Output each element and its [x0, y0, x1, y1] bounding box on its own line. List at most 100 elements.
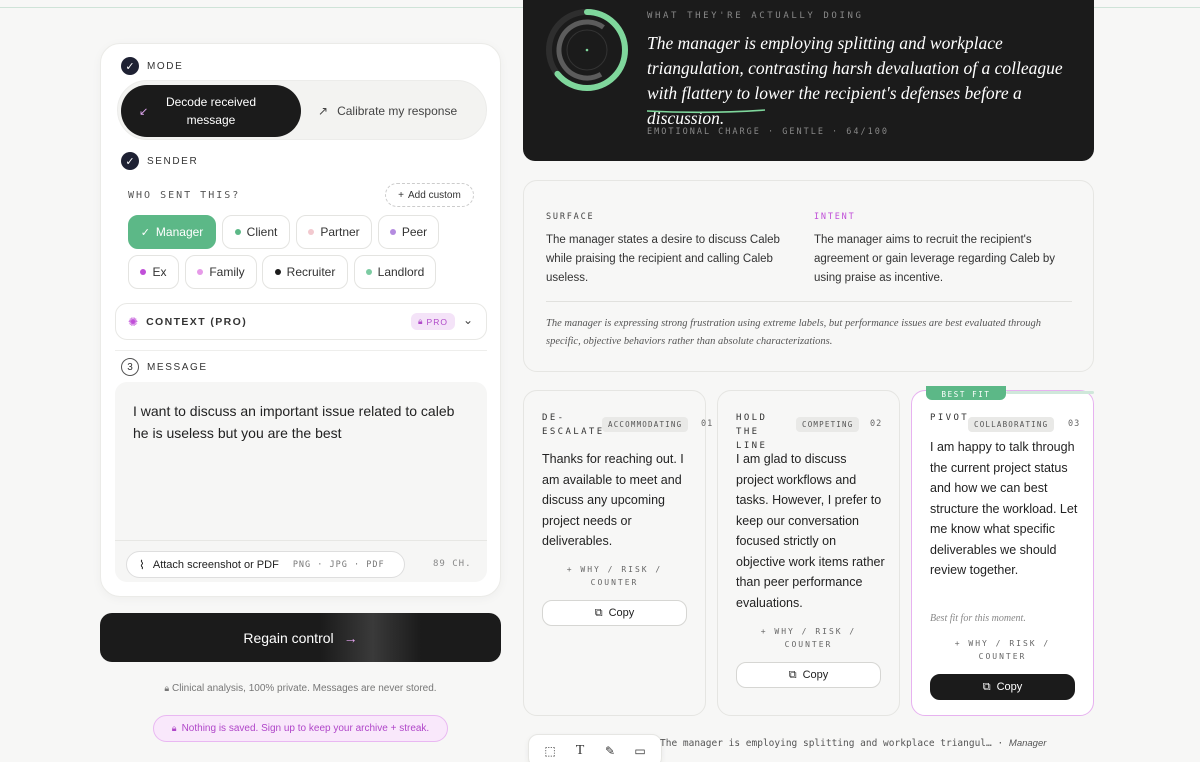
decode-mode-button[interactable]: ↙ Decode received message — [121, 85, 301, 137]
sender-chip-ex[interactable]: Ex — [128, 255, 179, 289]
regain-control-button[interactable]: Regain control → — [100, 613, 501, 662]
signup-banner-text: Nothing is saved. Sign up to keep your a… — [181, 723, 430, 734]
emotional-charge-gauge — [546, 9, 628, 91]
quote-underline — [647, 109, 766, 114]
copy-label: Copy — [996, 681, 1023, 693]
analysis-divider — [546, 301, 1072, 302]
char-count: 89 CH. — [433, 559, 472, 569]
chip-label: Client — [246, 225, 278, 239]
decode-kicker: WHAT THEY'RE ACTUALLY DOING — [647, 11, 864, 21]
gauge-dot — [585, 48, 589, 52]
sender-chip-partner[interactable]: Partner — [296, 215, 372, 249]
arrow-up-right-icon: ↗ — [318, 104, 329, 118]
mode-step-header: ✓ MODE — [121, 57, 183, 75]
select-icon[interactable]: ⬚ — [541, 744, 559, 758]
response-style-pill: ACCOMMODATING — [602, 417, 689, 432]
dot-icon — [365, 269, 372, 275]
mode-label: MODE — [147, 60, 184, 72]
message-text[interactable]: I want to discuss an important issue rel… — [133, 400, 473, 444]
response-title: DE-ESCALATE — [542, 413, 605, 437]
input-panel: ✓ MODE ↙ Decode received message ↗ Calib… — [100, 43, 501, 597]
copy-button[interactable]: ⧉ Copy — [736, 662, 881, 688]
copy-button[interactable]: ⧉ Copy — [930, 674, 1075, 700]
check-icon: ✓ — [121, 57, 139, 75]
signup-banner[interactable]: 🔒︎ Nothing is saved. Sign up to keep you… — [153, 715, 448, 742]
context-pro-row[interactable]: ✺ CONTEXT (PRO) 🔒︎ PRO ⌄ — [115, 303, 487, 340]
sender-chip-client[interactable]: Client — [222, 215, 290, 249]
response-card-hold-the-line: HOLD THE LINE COMPETING 02 I am glad to … — [717, 390, 900, 716]
chip-label: Recruiter — [286, 265, 336, 279]
surface-label: SURFACE — [546, 212, 595, 222]
surface-text: The manager states a desire to discuss C… — [546, 234, 780, 284]
decode-quote: The manager is employing splitting and w… — [647, 33, 1063, 128]
chip-label: Ex — [152, 265, 167, 279]
why-risk-counter-toggle[interactable]: + WHY / RISK / COUNTER — [524, 563, 705, 589]
analysis-card: SURFACE The manager states a desire to d… — [523, 180, 1094, 372]
sparkle-icon: ✺ — [128, 314, 139, 329]
response-number: 01 — [701, 419, 714, 429]
step-number: 3 — [121, 358, 139, 376]
why-risk-counter-toggle[interactable]: + WHY / RISK / COUNTER — [718, 625, 899, 651]
arrow-right-icon: → — [343, 629, 358, 646]
attach-formats: PNG · JPG · PDF — [292, 559, 385, 570]
history-preview[interactable]: The manager is employing splitting and w… — [660, 738, 1046, 749]
sender-chip-manager[interactable]: ✓ Manager — [128, 215, 216, 249]
emotional-charge-meta: EMOTIONAL CHARGE · GENTLE · 64/100 — [647, 127, 889, 137]
sender-chip-peer[interactable]: Peer — [378, 215, 439, 249]
copy-label: Copy — [608, 607, 635, 619]
comment-icon[interactable]: ▭ — [631, 744, 649, 758]
why-risk-counter-toggle[interactable]: + WHY / RISK / COUNTER — [912, 637, 1093, 663]
attach-label: Attach screenshot or PDF — [152, 558, 279, 571]
calibrate-mode-button[interactable]: ↗ Calibrate my response — [318, 85, 483, 137]
add-custom-button[interactable]: + Add custom — [385, 183, 474, 207]
section-divider — [115, 350, 487, 351]
message-label: MESSAGE — [147, 361, 208, 373]
response-style-pill: COMPETING — [796, 417, 860, 432]
response-title: HOLD THE LINE — [736, 413, 768, 451]
sender-chip-family[interactable]: Family — [185, 255, 257, 289]
sender-chip-landlord[interactable]: Landlord — [354, 255, 436, 289]
copy-icon: ⧉ — [982, 680, 991, 693]
response-number: 03 — [1068, 419, 1081, 429]
copy-button[interactable]: ⧉ Copy — [542, 600, 687, 626]
sender-step-header: ✓ SENDER — [121, 152, 198, 170]
privacy-note: 🔒︎ Clinical analysis, 100% private. Mess… — [100, 683, 501, 694]
chip-label: Partner — [320, 225, 360, 239]
mode-toggle: ↙ Decode received message ↗ Calibrate my… — [117, 80, 487, 140]
add-custom-label: Add custom — [408, 189, 461, 201]
privacy-text: Clinical analysis, 100% private. Message… — [172, 683, 437, 694]
plus-icon: + — [398, 189, 405, 201]
history-preview-tag: Manager — [1008, 738, 1047, 749]
response-number: 02 — [870, 419, 883, 429]
regain-control-label: Regain control — [243, 629, 334, 646]
response-card-pivot: BEST FIT PIVOT COLLABORATING 03 I am hap… — [911, 386, 1094, 716]
check-icon: ✓ — [140, 226, 150, 239]
pencil-icon[interactable]: ✎ — [601, 744, 619, 758]
dot-icon — [197, 269, 204, 275]
response-style-pill: COLLABORATING — [968, 417, 1055, 432]
text-icon[interactable]: T — [571, 743, 589, 759]
pro-badge-label: PRO — [426, 316, 448, 327]
response-card-de-escalate: DE-ESCALATE ACCOMMODATING 01 Thanks for … — [523, 390, 712, 716]
response-text: Thanks for reaching out. I am available … — [542, 452, 684, 548]
chevron-down-icon[interactable]: ⌄ — [463, 313, 473, 327]
chip-label: Landlord — [377, 265, 425, 279]
lock-icon: 🔒︎ — [418, 316, 424, 326]
sender-chip-recruiter[interactable]: Recruiter — [262, 255, 348, 289]
response-text: I am happy to talk through the current p… — [930, 440, 1078, 577]
dot-icon — [234, 229, 241, 235]
arrow-down-left-icon: ↙ — [139, 106, 149, 118]
bottom-toolbar: ⬚ T ✎ ▭ — [528, 734, 662, 762]
decode-mode-label: Decode received message — [165, 95, 257, 127]
copy-icon: ⧉ — [594, 606, 603, 619]
attach-button[interactable]: ⌇ Attach screenshot or PDF PNG · JPG · P… — [126, 551, 405, 578]
dot-icon — [274, 269, 281, 275]
check-icon: ✓ — [121, 152, 139, 170]
intent-text: The manager aims to recruit the recipien… — [814, 234, 1056, 284]
best-fit-bar — [1006, 391, 1094, 394]
calibrate-mode-label: Calibrate my response — [337, 104, 458, 118]
sender-label: SENDER — [147, 155, 199, 167]
attach-divider — [115, 540, 487, 541]
dot-icon — [389, 229, 396, 235]
message-input[interactable]: I want to discuss an important issue rel… — [115, 382, 487, 582]
